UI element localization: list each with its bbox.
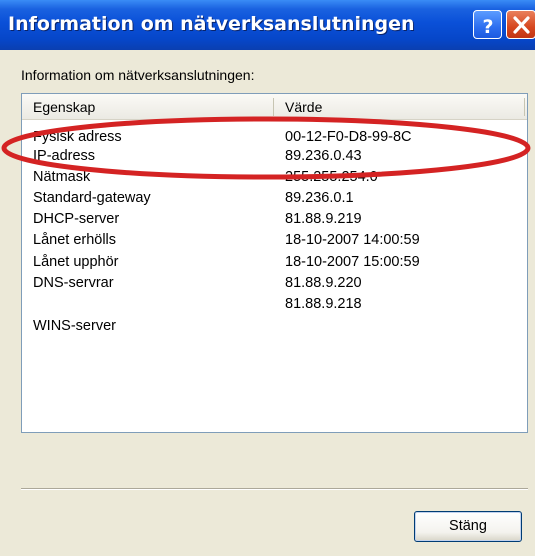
- property-cell: Fysisk adress: [33, 129, 122, 145]
- svg-text:?: ?: [482, 16, 493, 38]
- group-label: Information om nätverksanslutningen:: [21, 67, 255, 83]
- close-window-button[interactable]: [506, 10, 535, 39]
- property-cell: Lånet upphör: [33, 254, 119, 270]
- window-title: Information om nätverksanslutningen: [8, 13, 415, 35]
- table-row[interactable]: Nätmask 255.255.254.0: [22, 169, 527, 188]
- column-header-property[interactable]: Egenskap: [33, 99, 95, 115]
- table-row[interactable]: WINS-server: [22, 318, 527, 337]
- help-icon: ?: [482, 16, 493, 38]
- property-cell: Nätmask: [33, 169, 91, 185]
- value-cell: 89.236.0.1: [285, 190, 354, 206]
- table-row[interactable]: DNS-servrar 81.88.9.220: [22, 275, 527, 294]
- title-bar[interactable]: Information om nätverksanslutningen ?: [0, 0, 535, 50]
- column-divider[interactable]: [273, 98, 274, 116]
- value-cell: 18-10-2007 14:00:59: [285, 232, 420, 248]
- table-row[interactable]: DHCP-server 81.88.9.219: [22, 211, 527, 230]
- table-row[interactable]: Fysisk adress 00-12-F0-D8-99-8C: [22, 129, 527, 148]
- value-cell: 00-12-F0-D8-99-8C: [285, 129, 412, 145]
- table-row[interactable]: 81.88.9.218: [22, 296, 527, 315]
- list-header: Egenskap Värde: [22, 94, 527, 120]
- property-cell: DNS-servrar: [33, 275, 114, 291]
- value-cell: 81.88.9.219: [285, 211, 362, 227]
- property-cell: WINS-server: [33, 318, 116, 334]
- value-cell: 81.88.9.218: [285, 296, 362, 312]
- value-cell: 89.236.0.43: [285, 148, 362, 164]
- close-icon: [513, 16, 530, 34]
- column-header-value[interactable]: Värde: [285, 99, 322, 115]
- property-cell: DHCP-server: [33, 211, 120, 227]
- separator-line: [21, 488, 528, 490]
- column-divider[interactable]: [524, 98, 525, 116]
- property-cell: Standard-gateway: [33, 190, 151, 206]
- value-cell: 18-10-2007 15:00:59: [285, 254, 420, 270]
- table-row[interactable]: Standard-gateway 89.236.0.1: [22, 190, 527, 209]
- table-row[interactable]: IP-adress 89.236.0.43: [22, 148, 527, 167]
- table-row[interactable]: Lånet upphör 18-10-2007 15:00:59: [22, 254, 527, 273]
- help-button[interactable]: ?: [473, 10, 502, 39]
- property-cell: Lånet erhölls: [33, 232, 117, 248]
- close-button[interactable]: Stäng: [414, 511, 522, 542]
- value-cell: 255.255.254.0: [285, 169, 378, 185]
- table-row[interactable]: Lånet erhölls 18-10-2007 14:00:59: [22, 232, 527, 251]
- properties-list[interactable]: Egenskap Värde Fysisk adress 00-12-F0-D8…: [21, 93, 528, 433]
- value-cell: 81.88.9.220: [285, 275, 362, 291]
- property-cell: IP-adress: [33, 148, 96, 164]
